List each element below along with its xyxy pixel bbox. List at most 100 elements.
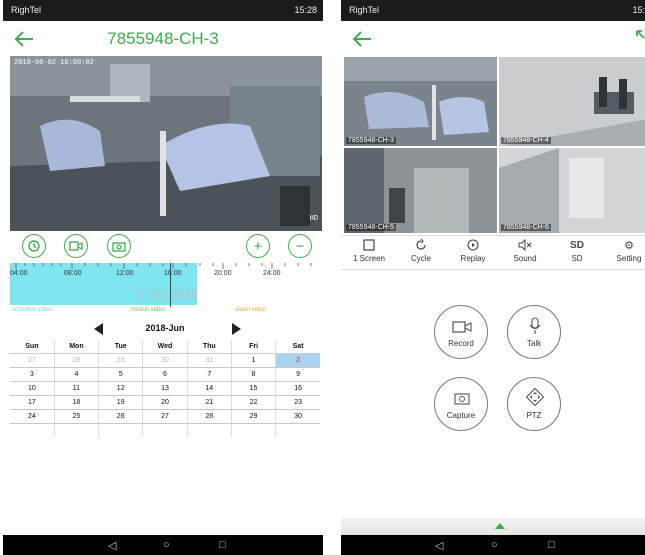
snapshot-icon[interactable] [107,234,131,258]
calendar-day[interactable]: 16 [275,381,320,396]
zoom-out-icon[interactable]: − [288,234,312,258]
toolbar-sd[interactable]: SD SD [551,236,603,269]
square-icon [363,239,375,251]
gear-icon: ⚙ [624,239,634,252]
back-arrow-icon[interactable] [347,24,377,54]
calendar-day[interactable]: 29 [230,409,276,424]
nav-recents-icon[interactable]: □ [548,539,555,551]
calendar-month: 2018-Jun [145,323,185,333]
capture-button[interactable]: Capture [434,377,488,431]
fullscreen-icon[interactable] [633,27,645,51]
toolbar-replay[interactable]: Replay [447,236,499,269]
calendar-day-selected[interactable]: 2 [275,353,320,368]
header [341,21,645,57]
calendar-day[interactable]: 18 [53,395,99,410]
calendar-day[interactable]: 11 [53,381,99,396]
android-nav-bar: ◁ ○ □ [3,535,323,555]
timeline-tick-label: 08:00 [64,270,82,277]
timeline[interactable]: 04:00 08:00 12:00 16:00 20:00 24:00 2 Ju… [10,263,320,308]
timeline-tick-label: 20:00 [214,270,232,277]
calendar-day[interactable]: 1 [230,353,276,368]
calendar-day[interactable]: 9 [275,367,320,382]
camera-label: 7855948-CH-4 [501,137,551,144]
calendar-day[interactable]: 8 [230,367,276,382]
timeline-tick-label: 12:00 [116,270,134,277]
zoom-in-icon[interactable]: + [246,234,270,258]
nav-home-icon[interactable]: ○ [491,539,498,551]
camera-image [499,148,645,233]
mute-icon [518,239,532,251]
calendar-day[interactable]: 23 [275,395,320,410]
talk-button[interactable]: Talk [507,305,561,359]
toolbar-label: 1 Screen [352,254,386,263]
calendar-week: 17 18 19 20 21 22 23 [10,395,320,410]
page-title: 7855948-CH-3 [107,29,219,48]
toolbar-sound[interactable]: Sound [499,236,551,269]
calendar-day: 29 [98,353,143,368]
camera-label: 7855948-CH-3 [346,137,396,144]
ptz-button[interactable]: PTZ [507,377,561,431]
calendar-day[interactable]: 15 [230,381,276,396]
status-time: 15:28 [294,5,317,15]
bottom-drawer-handle[interactable] [341,518,645,535]
calendar-day[interactable]: 26 [98,409,143,424]
record-icon[interactable] [64,234,88,258]
calendar-day[interactable]: 14 [186,381,232,396]
camera-cell[interactable]: 7855948-CH-3 [344,57,497,146]
calendar-day[interactable]: 30 [275,409,320,424]
toolbar-label: Cycle [410,254,431,263]
record-button[interactable]: Record [434,305,488,359]
nav-back-icon[interactable]: ◁ [435,539,443,552]
calendar-day[interactable]: 21 [186,395,232,410]
calendar-empty-row [10,423,320,438]
calendar-day[interactable]: 24 [10,409,55,424]
calendar-day[interactable]: 3 [10,367,55,382]
calendar-day[interactable]: 13 [142,381,188,396]
camera-cell[interactable]: 7855948-CH-5 [344,148,497,233]
camera-cell[interactable]: 7855948-CH-4 [499,57,645,146]
nav-back-icon[interactable]: ◁ [108,539,116,552]
calendar-day[interactable]: 4 [53,367,99,382]
nav-home-icon[interactable]: ○ [163,539,170,551]
calendar-day: 30 [142,353,188,368]
timeline-tick-label: 16:00 [164,270,182,277]
toolbar-1-screen[interactable]: 1 Screen [343,236,395,269]
toolbar-cycle[interactable]: Cycle [395,236,447,269]
legend-motion: motion video [131,307,166,313]
calendar-empty-cell [10,424,54,438]
calendar-day[interactable]: 17 [10,395,55,410]
calendar-week: 3 4 5 6 7 8 9 [10,367,320,382]
ptz-label: PTZ [526,411,542,420]
toolbar-label: Sound [513,254,537,263]
sd-icon: SD [570,239,584,251]
status-bar: RighTel 15:28 [3,0,323,21]
calendar-day[interactable]: 20 [142,395,188,410]
calendar-day[interactable]: 27 [142,409,188,424]
weekday-label: Mon [53,340,99,354]
status-time: 15:26 [632,5,645,15]
calendar-day[interactable]: 12 [98,381,143,396]
toolbar-setting[interactable]: ⚙ Setting [603,236,645,269]
camera-icon [454,393,470,405]
calendar-day[interactable]: 5 [98,367,143,382]
calendar-empty-cell [53,423,99,437]
calendar-day[interactable]: 10 [10,381,55,396]
calendar-empty-cell [186,423,232,437]
camera-cell[interactable]: 7855948-CH-6 [499,148,645,233]
camera-label: 7855948-CH-5 [346,224,396,231]
calendar: 2018-Jun Sun Mon Tue Wed Thu Fri Sat 27 … [10,318,320,437]
weekday-label: Sat [275,340,320,354]
clock-icon[interactable] [22,234,46,258]
video-player[interactable]: 2018-06-02 16:00:02 HD [10,56,322,231]
next-month-icon[interactable] [232,323,241,335]
calendar-day[interactable]: 19 [98,395,143,410]
calendar-day[interactable]: 25 [53,409,99,424]
calendar-day[interactable]: 6 [142,367,188,382]
live-view-screen: RighTel 15:26 7855948-CH-3 7855948-CH-4 … [341,0,645,555]
calendar-week: 10 11 12 13 14 15 16 [10,381,320,396]
calendar-day[interactable]: 7 [186,367,232,382]
nav-recents-icon[interactable]: □ [219,539,226,551]
calendar-day[interactable]: 22 [230,395,276,410]
weekday-row: Sun Mon Tue Wed Thu Fri Sat [10,340,320,354]
calendar-day[interactable]: 28 [186,409,232,424]
